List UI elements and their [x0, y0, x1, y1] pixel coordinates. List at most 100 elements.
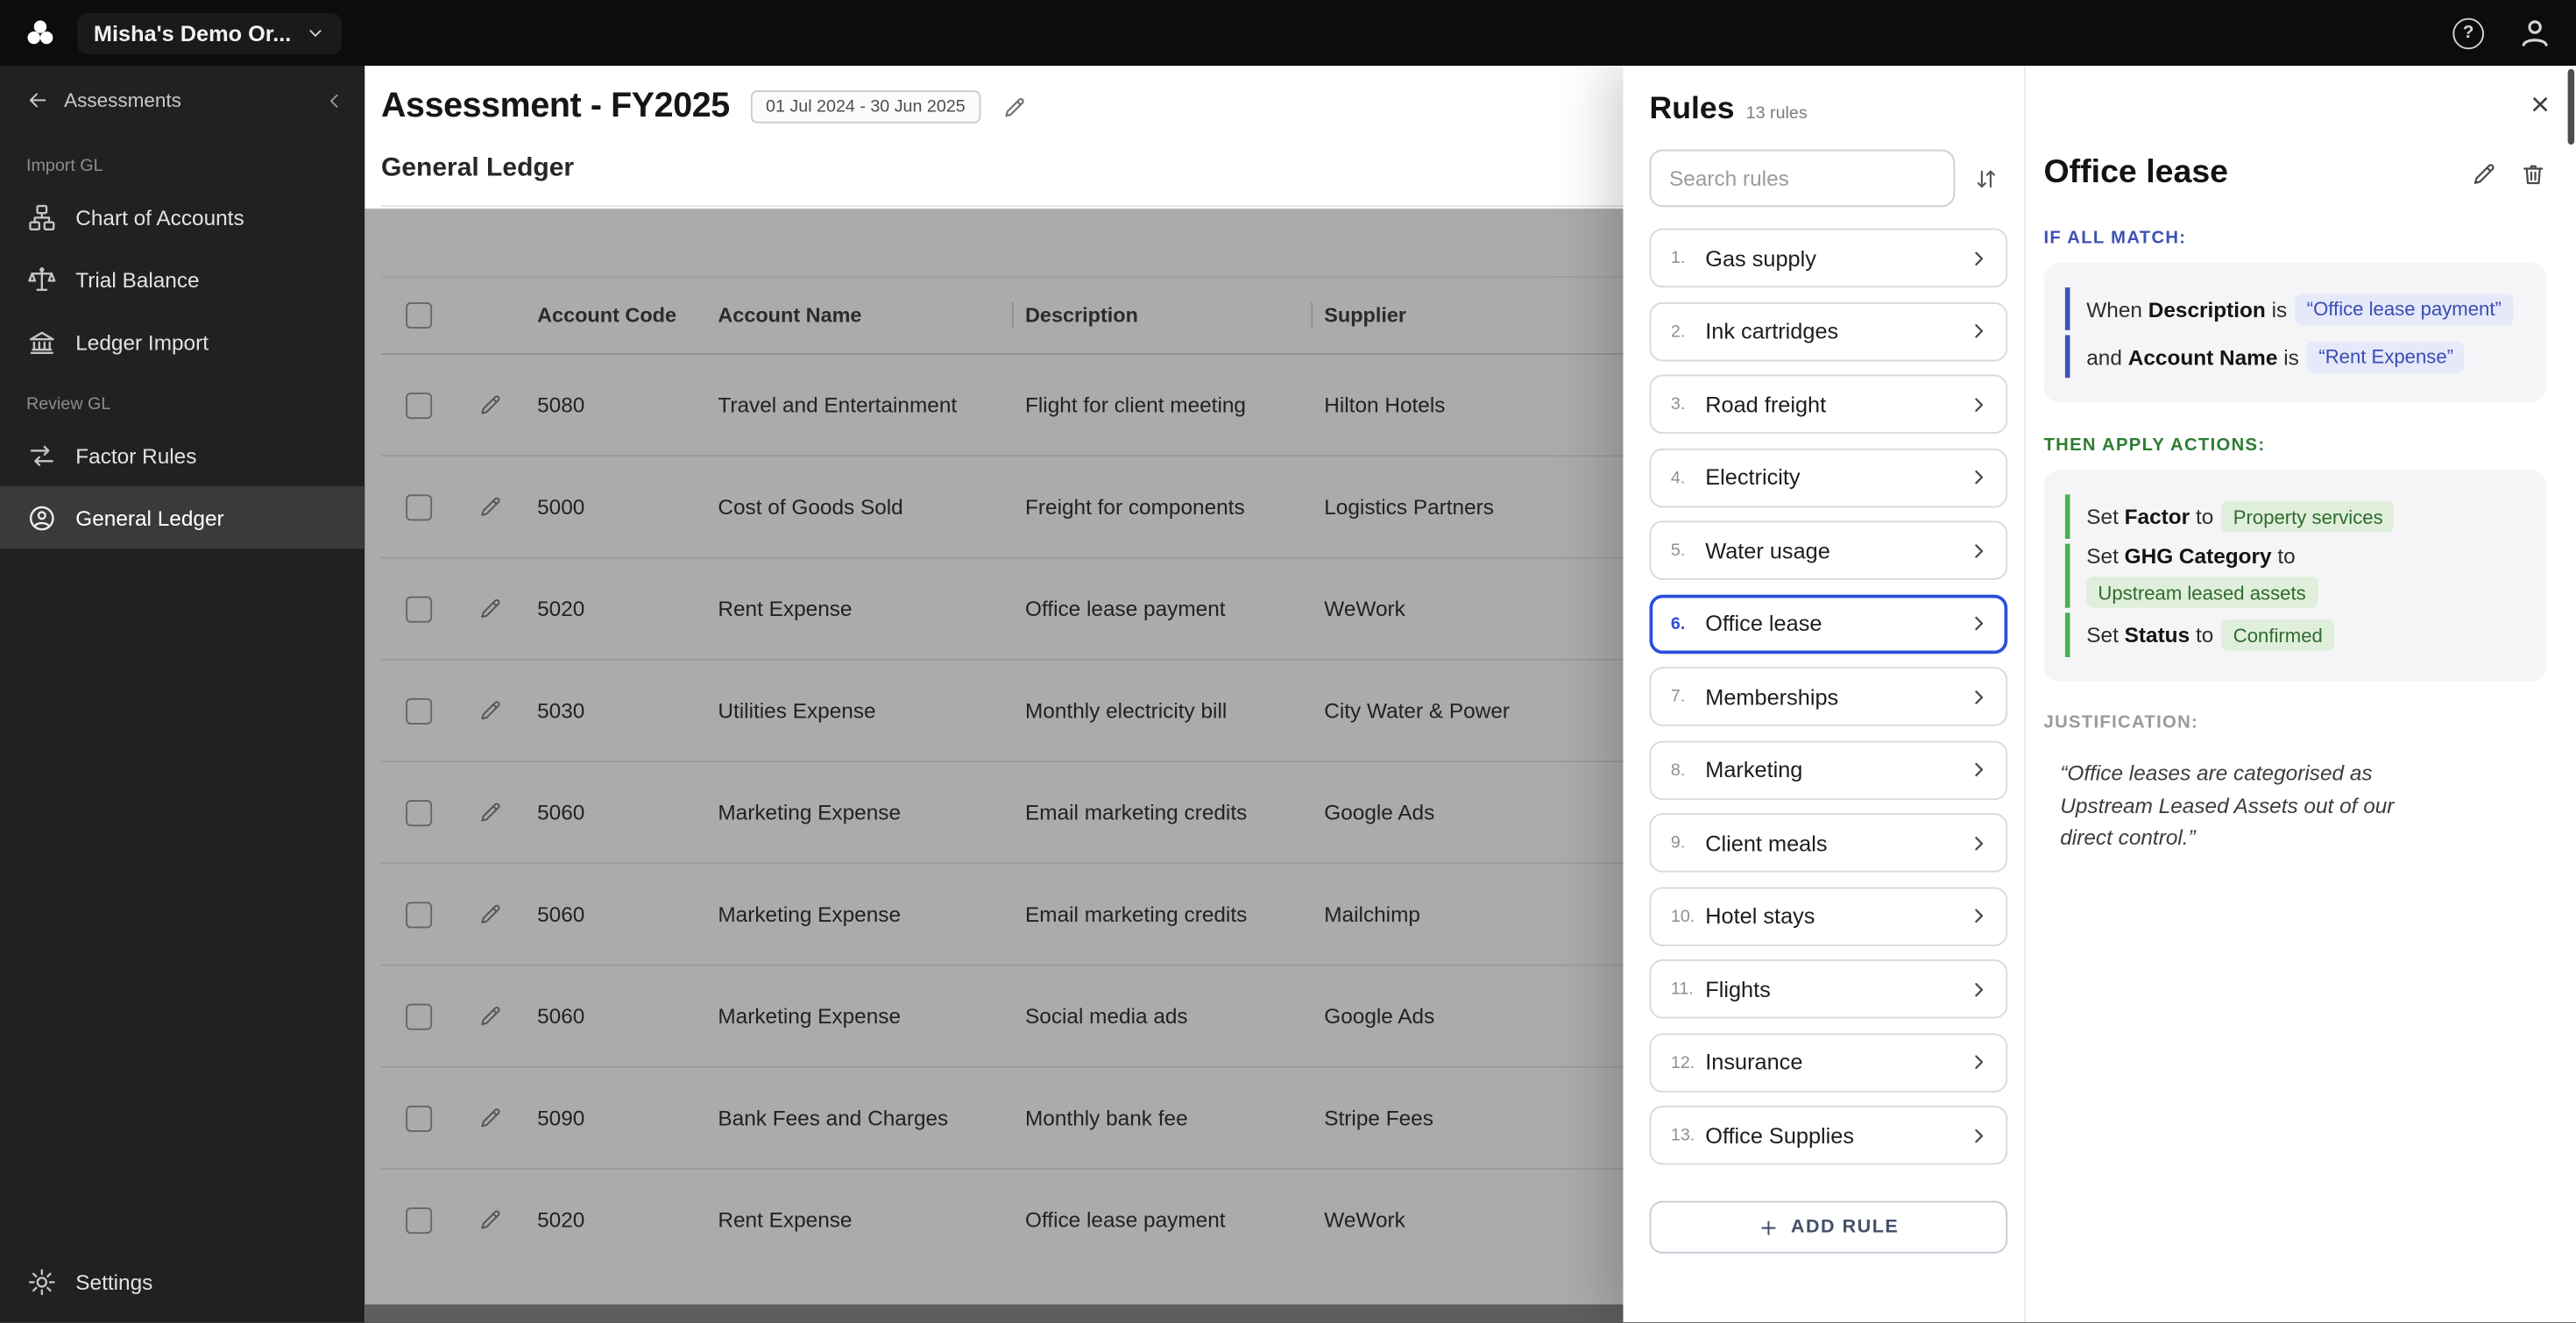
rule-number: 6. [1670, 613, 1686, 633]
main-content: Assessment - FY2025 01 Jul 2024 - 30 Jun… [364, 66, 1624, 1323]
vertical-scrollbar-thumb[interactable] [2567, 68, 2575, 145]
rule-card[interactable]: 10. Hotel stays [1649, 886, 2008, 946]
bank-icon [30, 330, 54, 354]
sidebar-item-factor-rules[interactable]: Factor Rules [0, 424, 364, 486]
chevron-right-icon [1968, 467, 1989, 488]
help-icon[interactable]: ? [2452, 17, 2484, 49]
org-name: Misha's Demo Or... [93, 20, 292, 46]
sort-rules-icon[interactable] [1965, 157, 2008, 200]
chevron-down-icon [309, 30, 322, 37]
rule-detail-column: Office lease IF ALL MATCH: When Descript… [2043, 66, 2547, 1323]
back-label: Assessments [64, 88, 181, 112]
sidebar-item-label: General Ledger [75, 505, 224, 530]
sidebar-item-label: Settings [75, 1270, 153, 1295]
add-rule-button[interactable]: ADD RULE [1649, 1200, 2008, 1254]
sidebar-item-label: Chart of Accounts [75, 204, 244, 230]
rule-name: Client meals [1705, 830, 1828, 855]
scales-icon [28, 266, 56, 291]
rule-number: 7. [1670, 686, 1686, 707]
if-all-match-label: IF ALL MATCH: [2043, 228, 2187, 249]
action-row: Set GHG Category to Upstream leased asse… [2064, 543, 2525, 608]
rule-card[interactable]: 12. Insurance [1649, 1032, 2008, 1092]
rule-name: Insurance [1705, 1050, 1803, 1075]
rule-number: 5. [1670, 540, 1686, 561]
rule-number: 9. [1670, 832, 1686, 853]
rule-card[interactable]: 11. Flights [1649, 959, 2008, 1019]
sidebar-item-trial-balance[interactable]: Trial Balance [0, 248, 364, 310]
rule-name: Water usage [1705, 538, 1830, 563]
sidebar-collapse-icon[interactable] [323, 89, 344, 110]
rule-card[interactable]: 6. Office lease [1649, 593, 2008, 654]
plus-icon [1761, 1220, 1776, 1235]
actions-box: Set Factor to Property services Set GHG … [2043, 470, 2547, 683]
app-root: Misha's Demo Or... ? Assessments Import … [0, 0, 2576, 1323]
chevron-right-icon [1968, 612, 1989, 633]
rule-card[interactable]: 9. Client meals [1649, 813, 2008, 873]
rule-number: 13. [1670, 1125, 1695, 1145]
back-to-assessments[interactable]: Assessments [0, 66, 364, 135]
arrow-left-icon [29, 93, 46, 108]
rule-detail-actions [2471, 160, 2546, 187]
chevron-right-icon [1968, 979, 1989, 1000]
justification-text: “Office leases are categorised as Upstre… [2060, 761, 2395, 850]
edit-rule-icon[interactable] [2471, 160, 2497, 187]
rule-number: 2. [1670, 321, 1686, 342]
action-text: Set GHG Category to [2086, 543, 2296, 569]
overlay-scrim [364, 209, 1624, 1323]
rules-list: 1. Gas supply 2. Ink cartridges 3. Road … [1649, 228, 2008, 1165]
rules-icon [30, 444, 53, 465]
sidebar-item-general-ledger[interactable]: General Ledger [0, 486, 365, 549]
rules-panel-title: Rules [1649, 92, 1735, 127]
rule-name: Electricity [1705, 464, 1801, 490]
rule-name: Flights [1705, 976, 1771, 1001]
sidebar-item-settings[interactable]: Settings [0, 1250, 364, 1312]
rule-card[interactable]: 5. Water usage [1649, 520, 2008, 580]
add-rule-label: ADD RULE [1790, 1217, 1900, 1237]
help-glyph: ? [2462, 23, 2474, 43]
rules-count: 13 rules [1745, 103, 1808, 124]
sidebar-item-chart-of-accounts[interactable]: Chart of Accounts [0, 186, 364, 248]
rule-card[interactable]: 3. Road freight [1649, 374, 2008, 434]
delete-rule-icon[interactable] [2520, 160, 2546, 187]
rule-card[interactable]: 7. Memberships [1649, 667, 2008, 726]
chevron-right-icon [1968, 759, 1989, 780]
rule-name: Office lease [1705, 611, 1822, 636]
condition-value-chip: “Office lease payment” [2295, 293, 2513, 325]
page-title: Assessment - FY2025 [381, 87, 730, 125]
rule-number: 1. [1670, 248, 1686, 268]
rule-detail-title: Office lease [2043, 154, 2229, 191]
action-value-chip: Upstream leased assets [2086, 577, 2318, 608]
chevron-right-icon [1968, 1124, 1989, 1145]
sidebar-item-label: Factor Rules [75, 442, 197, 468]
general-ledger-icon [30, 505, 54, 530]
chevron-right-icon [1968, 1051, 1989, 1072]
chevron-right-icon [1968, 393, 1989, 414]
org-switcher[interactable]: Misha's Demo Or... [77, 12, 343, 53]
rule-card[interactable]: 1. Gas supply [1649, 228, 2008, 288]
org-chart-icon [29, 203, 55, 230]
rule-name: Gas supply [1705, 245, 1816, 271]
edit-assessment-icon[interactable] [1001, 95, 1026, 119]
search-rules-input[interactable] [1649, 149, 1956, 208]
rule-card[interactable]: 13. Office Supplies [1649, 1105, 2008, 1165]
rule-card[interactable]: 8. Marketing [1649, 739, 2008, 800]
app-logo-icon [27, 19, 53, 44]
rule-name: Road freight [1705, 392, 1827, 417]
date-range-badge: 01 Jul 2024 - 30 Jun 2025 [751, 90, 980, 124]
sidebar-section-review-gl: Review GL [26, 394, 111, 414]
rule-number: 11. [1670, 979, 1694, 1000]
chevron-right-icon [1968, 905, 1989, 926]
rule-number: 8. [1670, 760, 1686, 780]
rule-name: Hotel stays [1705, 903, 1815, 929]
condition-value-chip: “Rent Expense” [2307, 341, 2466, 372]
rules-search-row [1649, 149, 2008, 208]
sidebar-item-ledger-import[interactable]: Ledger Import [0, 310, 364, 372]
panel-divider [2024, 66, 2026, 1323]
rule-card[interactable]: 2. Ink cartridges [1649, 301, 2008, 361]
rule-number: 12. [1670, 1051, 1695, 1072]
chevron-right-icon [1968, 247, 1989, 268]
condition-text: When Description is [2086, 296, 2288, 322]
rule-card[interactable]: 4. Electricity [1649, 447, 2008, 507]
gear-icon [28, 1269, 55, 1295]
user-account-icon[interactable] [2517, 15, 2553, 51]
